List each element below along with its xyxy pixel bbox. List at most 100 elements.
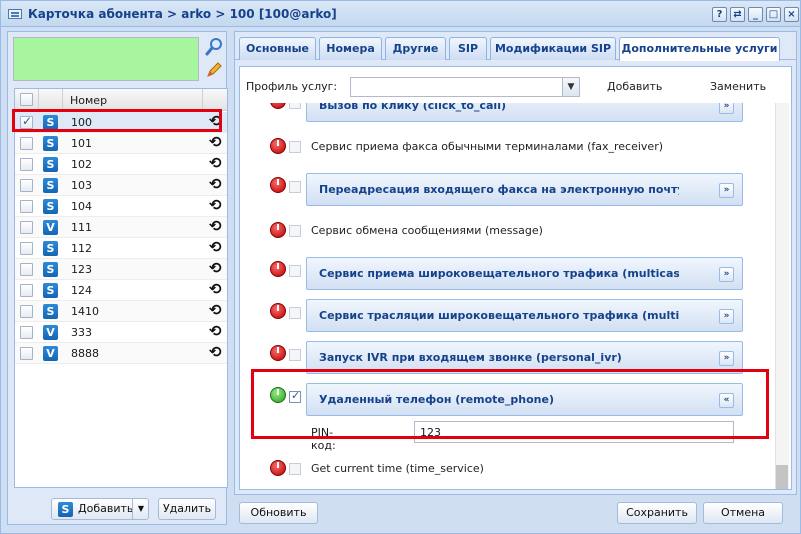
power-icon[interactable] (270, 303, 286, 319)
table-row[interactable]: S 100 ⟲ (15, 112, 227, 133)
service-panel[interactable]: Сервис трасляции широковещательного траф… (306, 299, 743, 332)
table-row[interactable]: V 111 ⟲ (15, 217, 227, 238)
subscriber-number: 104 (71, 200, 92, 213)
refresh-window-button[interactable]: ⇄ (730, 7, 745, 22)
pin-code-input[interactable]: 123 (414, 421, 734, 443)
table-row[interactable]: S 1410 ⟲ (15, 301, 227, 322)
table-row[interactable]: S 101 ⟲ (15, 133, 227, 154)
close-button[interactable]: × (784, 7, 799, 22)
row-checkbox[interactable] (20, 242, 33, 255)
subscriber-number: 123 (71, 263, 92, 276)
help-button[interactable]: ? (712, 7, 727, 22)
service-panel[interactable]: Переадресация входящего факса на электро… (306, 173, 743, 206)
row-checkbox[interactable] (20, 284, 33, 297)
service-panel[interactable]: Запуск IVR при входящем звонке (personal… (306, 341, 743, 374)
save-button[interactable]: Сохранить (617, 502, 697, 524)
tab-additional-services[interactable]: Дополнительные услуги (619, 37, 780, 61)
chevron-down-icon[interactable]: ▼ (562, 78, 579, 96)
expand-icon[interactable]: » (719, 103, 734, 114)
power-icon[interactable] (270, 103, 286, 109)
delete-subscriber-button[interactable]: Удалить (158, 498, 216, 520)
reset-history-icon[interactable]: ⟲ (209, 177, 222, 192)
search-filter-field[interactable] (13, 37, 199, 81)
window-title: Карточка абонента > arko > 100 [100@arko… (28, 7, 337, 21)
table-row[interactable]: S 112 ⟲ (15, 238, 227, 259)
table-row[interactable]: V 333 ⟲ (15, 322, 227, 343)
tab-sip-modifications[interactable]: Модификации SIP (490, 37, 616, 60)
row-checkbox[interactable] (20, 179, 33, 192)
power-icon[interactable] (270, 387, 286, 403)
table-row[interactable]: S 104 ⟲ (15, 196, 227, 217)
expand-icon[interactable]: » (719, 183, 734, 198)
maximize-button[interactable]: □ (766, 7, 781, 22)
expand-icon[interactable]: » (719, 351, 734, 366)
reset-history-icon[interactable]: ⟲ (209, 219, 222, 234)
search-icon[interactable] (204, 37, 224, 57)
row-checkbox[interactable] (20, 137, 33, 150)
power-icon[interactable] (270, 177, 286, 193)
tab-other[interactable]: Другие (385, 37, 446, 60)
table-row[interactable]: S 123 ⟲ (15, 259, 227, 280)
service-checkbox[interactable] (289, 307, 301, 319)
tab-sip[interactable]: SIP (449, 37, 487, 60)
service-checkbox[interactable] (289, 225, 301, 237)
tab-numbers[interactable]: Номера (319, 37, 382, 60)
table-row[interactable]: S 102 ⟲ (15, 154, 227, 175)
select-all-checkbox[interactable] (20, 93, 33, 106)
scrollbar-thumb[interactable] (776, 465, 788, 489)
row-checkbox[interactable] (20, 158, 33, 171)
table-row[interactable]: S 103 ⟲ (15, 175, 227, 196)
refresh-button[interactable]: Обновить (239, 502, 318, 524)
power-icon[interactable] (270, 460, 286, 476)
header-number-cell[interactable]: Номер (63, 89, 203, 111)
table-row[interactable]: V 8888 ⟲ (15, 343, 227, 364)
row-checkbox[interactable] (20, 305, 33, 318)
collapse-icon[interactable]: « (719, 393, 734, 408)
reset-history-icon[interactable]: ⟲ (209, 261, 222, 276)
power-icon[interactable] (270, 138, 286, 154)
expand-icon[interactable]: » (719, 267, 734, 282)
services-scrollbar[interactable] (775, 103, 789, 489)
reset-history-icon[interactable]: ⟲ (209, 303, 222, 318)
reset-history-icon[interactable]: ⟲ (209, 345, 222, 360)
service-profile-select[interactable]: ▼ (350, 77, 580, 97)
service-panel[interactable]: Сервис приема широковещательного трафика… (306, 257, 743, 290)
power-icon[interactable] (270, 222, 286, 238)
service-panel[interactable]: Вызов по клику (click_to_call) » (306, 103, 743, 122)
service-panel[interactable]: Удаленный телефон (remote_phone) « (306, 383, 743, 416)
reset-history-icon[interactable]: ⟲ (209, 156, 222, 171)
table-row[interactable]: S 124 ⟲ (15, 280, 227, 301)
subscriber-number: 112 (71, 242, 92, 255)
reset-history-icon[interactable]: ⟲ (209, 282, 222, 297)
expand-icon[interactable]: » (719, 309, 734, 324)
reset-history-icon[interactable]: ⟲ (209, 240, 222, 255)
minimize-button[interactable]: _ (748, 7, 763, 22)
reset-history-icon[interactable]: ⟲ (209, 135, 222, 150)
power-icon[interactable] (270, 345, 286, 361)
service-checkbox[interactable] (289, 389, 301, 403)
row-checkbox[interactable] (20, 326, 33, 339)
add-dropdown-arrow-icon[interactable]: ▼ (132, 499, 149, 519)
service-checkbox[interactable] (289, 349, 301, 361)
reset-history-icon[interactable]: ⟲ (209, 198, 222, 213)
add-profile-button[interactable]: Добавить (607, 80, 662, 93)
subscriber-number: 111 (71, 221, 92, 234)
add-subscriber-button[interactable]: S Добавить ▼ (51, 498, 149, 520)
tab-main[interactable]: Основные (239, 37, 316, 60)
edit-pencil-icon[interactable] (204, 60, 224, 80)
replace-profile-button[interactable]: Заменить (710, 80, 766, 93)
row-checkbox[interactable] (20, 347, 33, 360)
row-checkbox[interactable] (20, 114, 33, 129)
row-checkbox[interactable] (20, 200, 33, 213)
service-checkbox[interactable] (289, 265, 301, 277)
service-checkbox[interactable] (289, 463, 301, 475)
row-checkbox[interactable] (20, 221, 33, 234)
power-icon[interactable] (270, 261, 286, 277)
cancel-button[interactable]: Отмена (703, 502, 783, 524)
reset-history-icon[interactable]: ⟲ (209, 324, 222, 339)
row-checkbox[interactable] (20, 263, 33, 276)
service-checkbox[interactable] (289, 141, 301, 153)
reset-history-icon[interactable]: ⟲ (209, 114, 222, 129)
service-checkbox[interactable] (289, 181, 301, 193)
service-checkbox[interactable] (289, 103, 301, 109)
